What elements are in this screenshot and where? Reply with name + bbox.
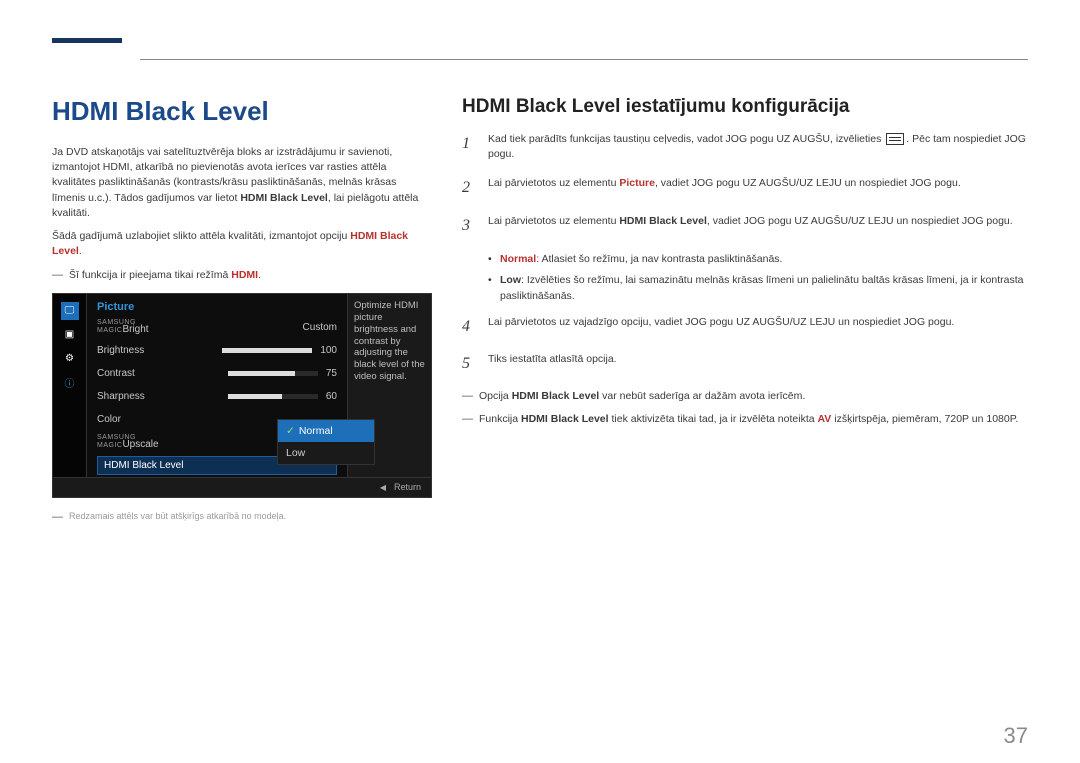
submenu-normal: ✓ Normal: [278, 420, 374, 442]
page-number: 37: [1004, 723, 1028, 749]
contrast-val: 75: [326, 368, 337, 379]
dash-icon-4: ―: [462, 412, 473, 427]
options-icon: ⚙: [61, 350, 79, 368]
note-1: ― Šī funkcija ir pieejama tikai režīmā H…: [52, 268, 432, 283]
bullet-normal: Normal: Atlasiet šo režīmu, ja nav kontr…: [488, 251, 1028, 267]
contrast-bar: [228, 371, 318, 376]
osd-item-bright: SAMSUNGMAGICBright Custom: [97, 316, 337, 339]
b1-hl: Normal: [500, 253, 536, 265]
step-2: 2 Lai pārvietotos uz elementu Picture, v…: [462, 176, 1028, 199]
upscale-label: Upscale: [122, 439, 158, 450]
left-column: HDMI Black Level Ja DVD atskaņotājs vai …: [52, 96, 432, 533]
bright-label: Bright: [122, 324, 148, 335]
s2-b: , vadiet JOG pogu UZ AUGŠU/UZ LEJU un no…: [655, 177, 961, 189]
image-caption: ― Redzamais attēls var būt atšķirīgs atk…: [52, 510, 432, 525]
n2-b: izšķirtspēja, piemēram, 720P un 1080P.: [831, 413, 1018, 425]
bright-val: Custom: [303, 322, 337, 333]
s3-b: , vadiet JOG pogu UZ AUGŠU/UZ LEJU un no…: [707, 215, 1013, 227]
sharpness-bar: [228, 394, 318, 399]
dash-icon: ―: [52, 268, 63, 283]
b2-text: : Izvēlēties šo režīmu, lai samazinātu m…: [500, 274, 1023, 302]
note1-a: Šī funkcija ir pieejama tikai režīmā: [69, 269, 231, 281]
step-num-3: 3: [462, 214, 476, 237]
contrast-label: Contrast: [97, 368, 135, 379]
section-title: HDMI Black Level iestatījumu konfigurāci…: [462, 96, 1028, 118]
upscale-line2: MAGIC: [97, 442, 122, 449]
accent-bar: [52, 38, 122, 43]
step-1: 1 Kad tiek parādīts funkcijas taustiņu c…: [462, 132, 1028, 162]
left-arrow-icon: ◀: [380, 483, 386, 492]
note1-hl: HDMI: [231, 269, 258, 281]
brightness-bar: [222, 348, 312, 353]
osd-footer: ◀ Return: [53, 477, 431, 497]
osd-screenshot: 🖵 ▣ ⚙ ⓘ Picture SAMSUNGMAGICBright Custo…: [52, 293, 432, 498]
s4-text: Lai pārvietotos uz vajadzīgo opciju, vad…: [488, 315, 954, 338]
n1-a: Opcija: [479, 390, 512, 402]
step-num-4: 4: [462, 315, 476, 338]
sharpness-val: 60: [326, 391, 337, 402]
osd-item-contrast: Contrast 75: [97, 362, 337, 385]
brightness-label: Brightness: [97, 345, 144, 356]
sharpness-label: Sharpness: [97, 391, 145, 402]
option-bullets: Normal: Atlasiet šo režīmu, ja nav kontr…: [488, 251, 1028, 305]
dash-icon-3: ―: [462, 389, 473, 404]
step-3: 3 Lai pārvietotos uz elementu HDMI Black…: [462, 214, 1028, 237]
step-5: 5 Tiks iestatīta atlasītā opcija.: [462, 352, 1028, 375]
step-num-1: 1: [462, 132, 476, 162]
color-label: Color: [97, 414, 121, 425]
s3-a: Lai pārvietotos uz elementu: [488, 215, 619, 227]
osd-sidebar: 🖵 ▣ ⚙ ⓘ: [53, 294, 87, 477]
opt-normal: Normal: [299, 425, 333, 437]
picture-icon: ▣: [61, 326, 79, 344]
step-num-5: 5: [462, 352, 476, 375]
note1-text: Šī funkcija ir pieejama tikai režīmā HDM…: [69, 268, 261, 283]
step-4: 4 Lai pārvietotos uz vajadzīgo opciju, v…: [462, 315, 1028, 338]
submenu-low: Low: [278, 442, 374, 464]
para2-a: Šādā gadījumā uzlabojiet slikto attēla k…: [52, 230, 350, 242]
bright-line2: MAGIC: [97, 327, 122, 334]
check-icon: ✓: [286, 425, 295, 437]
s3-hl: HDMI Black Level: [619, 215, 707, 227]
page-title: HDMI Black Level: [52, 96, 432, 127]
para2-b: .: [79, 245, 82, 257]
footnote-1: ― Opcija HDMI Black Level var nebūt sade…: [462, 389, 1028, 404]
b1-text: : Atlasiet šo režīmu, ja nav kontrasta p…: [536, 253, 782, 265]
n1-b: var nebūt saderīga ar dažām avota ierīcē…: [599, 390, 805, 402]
caption-text: Redzamais attēls var būt atšķirīgs atkar…: [69, 510, 286, 525]
step-num-2: 2: [462, 176, 476, 199]
intro-paragraph-1: Ja DVD atskaņotājs vai satelītuztvērēja …: [52, 145, 432, 221]
n2-hl1: HDMI Black Level: [521, 413, 609, 425]
n1-hl: HDMI Black Level: [512, 390, 600, 402]
n2-hl2: AV: [818, 413, 832, 425]
menu-icon: [886, 133, 904, 145]
osd-item-sharpness: Sharpness 60: [97, 385, 337, 408]
return-label: Return: [394, 482, 421, 492]
intro-paragraph-2: Šādā gadījumā uzlabojiet slikto attēla k…: [52, 229, 432, 259]
s2-a: Lai pārvietotos uz elementu: [488, 177, 619, 189]
bullet-low: Low: Izvēlēties šo režīmu, lai samazināt…: [488, 272, 1028, 305]
brightness-val: 100: [320, 345, 337, 356]
monitor-icon: 🖵: [61, 302, 79, 320]
osd-submenu: ✓ Normal Low: [277, 419, 375, 465]
osd-main: Picture SAMSUNGMAGICBright Custom Bright…: [87, 294, 347, 477]
n2-m: tiek aktivizēta tikai tad, ja ir izvēlēt…: [609, 413, 818, 425]
dash-icon-2: ―: [52, 510, 63, 525]
right-column: HDMI Black Level iestatījumu konfigurāci…: [462, 96, 1028, 533]
note1-b: .: [258, 269, 261, 281]
s5-text: Tiks iestatīta atlasītā opcija.: [488, 352, 617, 375]
b2-hl: Low: [500, 274, 521, 286]
info-icon: ⓘ: [61, 374, 79, 392]
osd-header: Picture: [87, 294, 347, 316]
footnote-2: ― Funkcija HDMI Black Level tiek aktiviz…: [462, 412, 1028, 427]
s1-a: Kad tiek parādīts funkcijas taustiņu ceļ…: [488, 133, 884, 145]
horizontal-rule: [140, 59, 1028, 60]
osd-item-brightness: Brightness 100: [97, 339, 337, 362]
s2-hl: Picture: [619, 177, 655, 189]
para1-hl: HDMI Black Level: [240, 192, 328, 204]
n2-a: Funkcija: [479, 413, 521, 425]
